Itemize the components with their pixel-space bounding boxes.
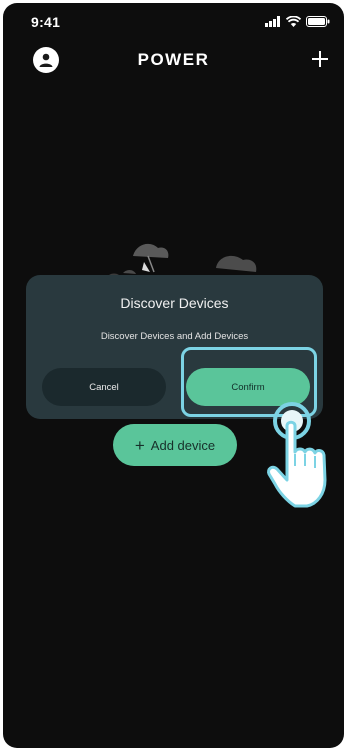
plus-icon: +: [134, 435, 145, 455]
signal-icon: [265, 16, 280, 27]
add-device-label: Add device: [150, 437, 216, 453]
app-title: POWER: [137, 50, 210, 69]
add-device-button[interactable]: + Add device: [113, 424, 237, 466]
phone-screen: 9:41 POWER Discover Devices Discover Dev…: [3, 3, 344, 748]
app-header: POWER: [3, 43, 344, 79]
dialog-title: Discover Devices: [120, 295, 229, 311]
status-time: 9:41: [31, 14, 61, 30]
cancel-button[interactable]: Cancel: [42, 368, 166, 406]
tap-hand-icon: [267, 402, 327, 508]
status-bar: 9:41: [3, 3, 344, 43]
cancel-button-label: Cancel: [89, 381, 119, 393]
wifi-icon: [286, 16, 301, 27]
battery-icon: [306, 16, 330, 27]
dialog-message: Discover Devices and Add Devices: [100, 331, 249, 342]
status-icons: [265, 16, 330, 27]
plus-icon[interactable]: [308, 47, 332, 71]
